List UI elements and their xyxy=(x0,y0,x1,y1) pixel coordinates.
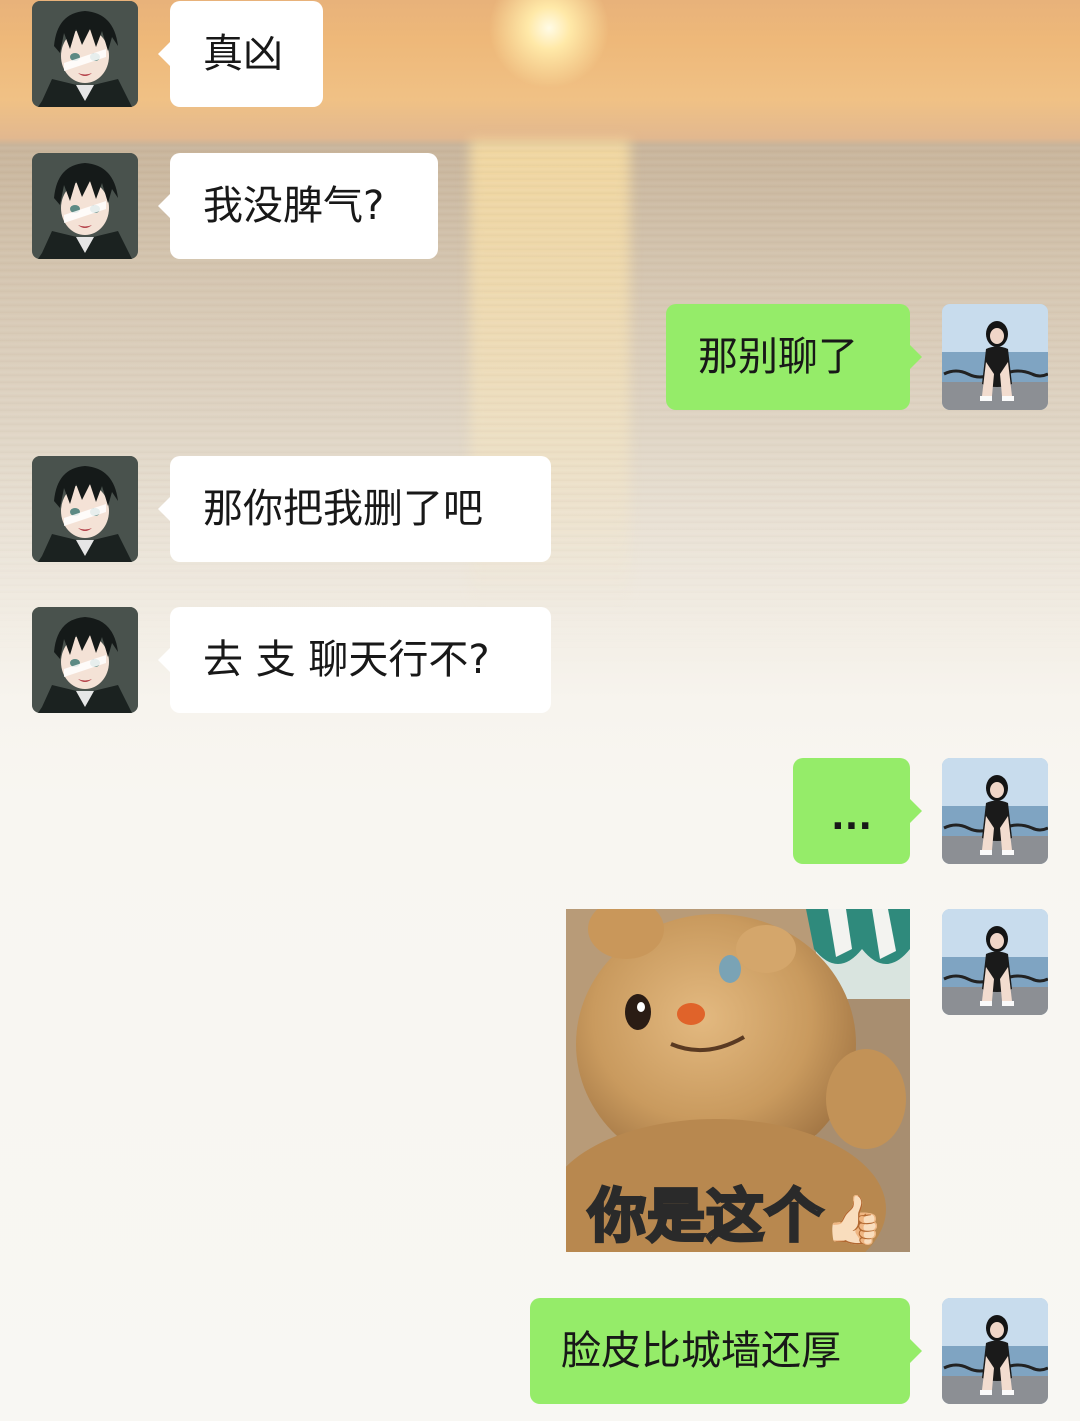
contact-avatar[interactable] xyxy=(32,456,138,562)
sticker-caption: 你是这个👍🏻 xyxy=(586,1181,885,1252)
anime-boy-avatar-icon xyxy=(32,1,138,107)
contact-avatar[interactable] xyxy=(32,607,138,713)
self-avatar[interactable] xyxy=(942,758,1048,864)
contact-avatar[interactable] xyxy=(32,1,138,107)
message-bubble-sent[interactable]: 脸皮比城墙还厚 xyxy=(530,1298,922,1404)
anime-boy-avatar-icon xyxy=(32,456,138,562)
message-bubble-received[interactable]: 真凶 xyxy=(158,1,323,107)
anime-boy-avatar-icon xyxy=(32,607,138,713)
self-avatar[interactable] xyxy=(942,304,1048,410)
message-bubble-received[interactable]: 我没脾气? xyxy=(158,153,438,259)
girl-photo-avatar-icon xyxy=(942,909,1048,1015)
thumbs-up-icon: 👍🏻 xyxy=(824,1192,885,1248)
contact-avatar[interactable] xyxy=(32,153,138,259)
sticker-message[interactable]: 你是这个👍🏻 xyxy=(566,909,910,1252)
sea-ripples xyxy=(0,145,1080,665)
girl-photo-avatar-icon xyxy=(942,304,1048,410)
girl-photo-avatar-icon xyxy=(942,758,1048,864)
anime-boy-avatar-icon xyxy=(32,153,138,259)
sticker-caption-text: 你是这个 xyxy=(586,1181,825,1252)
message-bubble-sent[interactable]: 那别聊了 xyxy=(666,304,922,410)
girl-photo-avatar-icon xyxy=(942,1298,1048,1404)
self-avatar[interactable] xyxy=(942,1298,1048,1404)
message-bubble-received[interactable]: 去 支 聊天行不? xyxy=(158,607,551,713)
self-avatar[interactable] xyxy=(942,909,1048,1015)
message-bubble-received[interactable]: 那你把我删了吧 xyxy=(158,456,551,562)
message-bubble-sent[interactable]: ... xyxy=(793,758,922,864)
